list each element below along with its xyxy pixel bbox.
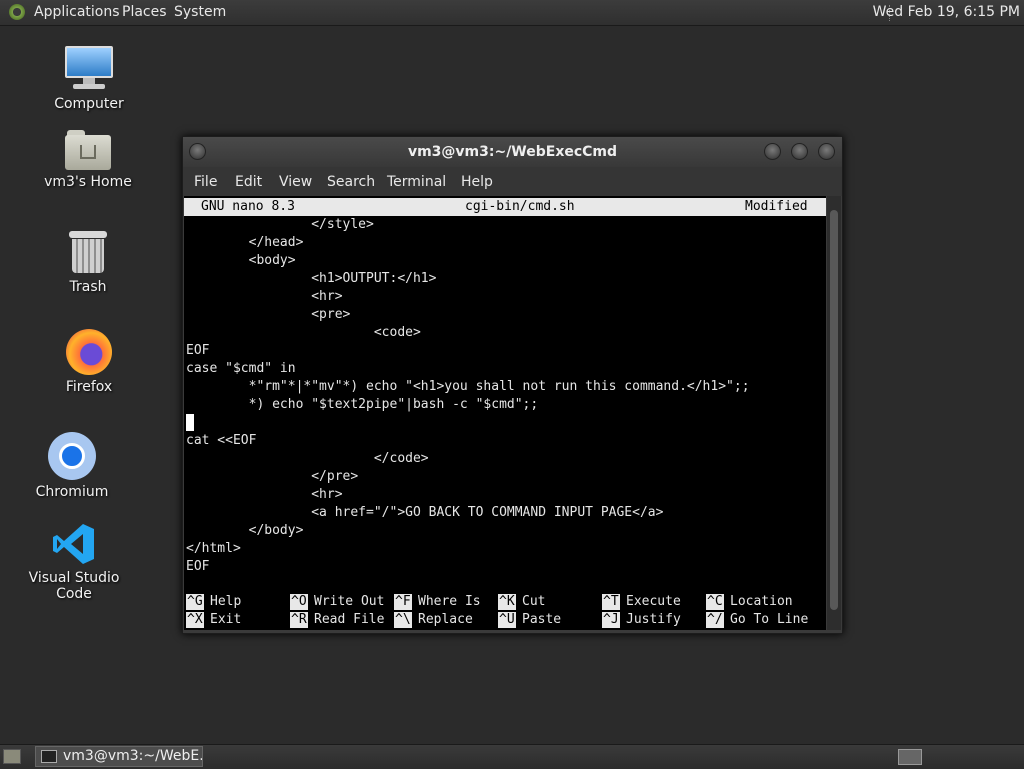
trash-icon: [69, 231, 107, 275]
scrollbar-thumb[interactable]: [830, 210, 838, 610]
desktop-icon-firefox[interactable]: Firefox: [24, 329, 154, 395]
code-line: <code>: [186, 325, 421, 340]
nano-title-bar: GNU nano 8.3 cgi-bin/cmd.sh Modified: [184, 198, 826, 216]
desktop-icon-label: Firefox: [65, 379, 113, 395]
shortcut-key: ^G: [186, 594, 204, 610]
system-menu[interactable]: System: [174, 4, 226, 20]
code-line: *"rm"*|*"mv"*) echo "<h1>you shall not r…: [186, 379, 750, 394]
code-line: <body>: [186, 253, 296, 268]
nano-filename: cgi-bin/cmd.sh: [465, 199, 575, 214]
shortcut-replace[interactable]: Replace: [418, 612, 473, 628]
bottom-panel: vm3@vm3:~/WebE...: [0, 744, 1024, 769]
shortcut-key: ^C: [706, 594, 724, 610]
show-desktop-button[interactable]: [3, 749, 21, 764]
shortcut-key: ^R: [290, 612, 308, 628]
shortcut-key: ^J: [602, 612, 620, 628]
menu-view[interactable]: View: [279, 174, 312, 190]
code-line: </pre>: [186, 469, 359, 484]
shortcut-read-file[interactable]: Read File: [314, 612, 384, 628]
desktop-icon-home[interactable]: vm3's Home: [23, 130, 153, 190]
desktop-icon-label: Computer: [54, 96, 124, 112]
code-line: EOF: [186, 559, 210, 574]
terminal-icon: [41, 749, 57, 763]
shortcut-key: ^O: [290, 594, 308, 610]
shortcut-location[interactable]: Location: [730, 594, 793, 610]
workspace-switcher[interactable]: [898, 749, 922, 765]
terminal-menubar: File Edit View Search Terminal Help: [183, 167, 842, 196]
shortcut-justify[interactable]: Justify: [626, 612, 681, 628]
menu-file[interactable]: File: [194, 174, 217, 190]
shortcut-key: ^K: [498, 594, 516, 610]
desktop-icon-label: Visual Studio Code: [28, 570, 120, 602]
window-title: vm3@vm3:~/WebExecCmd: [407, 144, 618, 160]
terminal-text-area[interactable]: GNU nano 8.3 cgi-bin/cmd.sh Modified </s…: [184, 196, 826, 630]
shortcut-cut[interactable]: Cut: [522, 594, 545, 610]
shortcut-exit[interactable]: Exit: [210, 612, 241, 628]
computer-icon: [65, 46, 113, 92]
desktop-icon-trash[interactable]: Trash: [23, 231, 153, 295]
maximize-button[interactable]: [791, 143, 808, 160]
nano-version: GNU nano 8.3: [201, 199, 295, 214]
code-line: EOF: [186, 343, 210, 358]
shortcut-key: ^T: [602, 594, 620, 610]
shortcut-execute[interactable]: Execute: [626, 594, 681, 610]
code-line: cat <<EOF: [186, 433, 257, 448]
clock[interactable]: Wed Feb 19, 6:15 PM: [873, 4, 1020, 20]
desktop-icon-label: vm3's Home: [44, 174, 132, 190]
menu-edit[interactable]: Edit: [235, 174, 262, 190]
taskbar-window-label: vm3@vm3:~/WebE...: [63, 748, 203, 764]
code-line: </code>: [186, 451, 429, 466]
shortcut-key: ^\: [394, 612, 412, 628]
shortcut-key: ^U: [498, 612, 516, 628]
desktop-icon-computer[interactable]: Computer: [24, 46, 154, 112]
chromium-icon: [48, 432, 96, 480]
top-panel: Applications Places System Wed Feb 19, 6…: [0, 0, 1024, 26]
shortcut-write-out[interactable]: Write Out: [314, 594, 384, 610]
shortcut-key: ^F: [394, 594, 412, 610]
applications-menu[interactable]: Applications: [34, 4, 120, 20]
desktop-icon-label: Chromium: [35, 484, 109, 500]
code-line: <pre>: [186, 307, 351, 322]
desktop-icon-chromium[interactable]: Chromium: [7, 432, 137, 500]
distro-logo-icon[interactable]: [9, 4, 25, 20]
code-line: </body>: [186, 523, 304, 538]
terminal-scrollbar[interactable]: [827, 196, 841, 630]
vscode-icon: [52, 522, 96, 566]
home-folder-icon: [65, 130, 111, 170]
code-line: *) echo "$text2pipe"|bash -c "$cmd";;: [186, 397, 539, 412]
desktop-icon-vscode[interactable]: Visual Studio Code: [9, 522, 139, 602]
shortcut-go-to-line[interactable]: Go To Line: [730, 612, 808, 628]
code-line: <hr>: [186, 289, 343, 304]
desktop-icon-label: Trash: [69, 279, 107, 295]
shortcut-key: ^X: [186, 612, 204, 628]
shortcut-paste[interactable]: Paste: [522, 612, 561, 628]
taskbar-window-button[interactable]: vm3@vm3:~/WebE...: [35, 746, 203, 767]
code-line: <a href="/">GO BACK TO COMMAND INPUT PAG…: [186, 505, 664, 520]
firefox-icon: [66, 329, 112, 375]
code-line: </head>: [186, 235, 304, 250]
text-cursor: [186, 414, 194, 431]
close-button[interactable]: [818, 143, 835, 160]
shortcut-key: ^/: [706, 612, 724, 628]
code-line: </style>: [186, 217, 374, 232]
code-line: <hr>: [186, 487, 343, 502]
code-line: <h1>OUTPUT:</h1>: [186, 271, 437, 286]
code-line: </html>: [186, 541, 241, 556]
menu-terminal[interactable]: Terminal: [387, 174, 446, 190]
window-titlebar[interactable]: vm3@vm3:~/WebExecCmd: [183, 137, 842, 167]
menu-help[interactable]: Help: [461, 174, 493, 190]
minimize-button[interactable]: [764, 143, 781, 160]
nano-modified-status: Modified: [745, 199, 808, 214]
shortcut-where-is[interactable]: Where Is: [418, 594, 481, 610]
terminal-window[interactable]: vm3@vm3:~/WebExecCmd File Edit View Sear…: [182, 136, 843, 634]
shortcut-help[interactable]: Help: [210, 594, 241, 610]
menu-search[interactable]: Search: [327, 174, 375, 190]
window-menu-button[interactable]: [189, 143, 206, 160]
places-menu[interactable]: Places: [122, 4, 167, 20]
code-line: case "$cmd" in: [186, 361, 296, 376]
